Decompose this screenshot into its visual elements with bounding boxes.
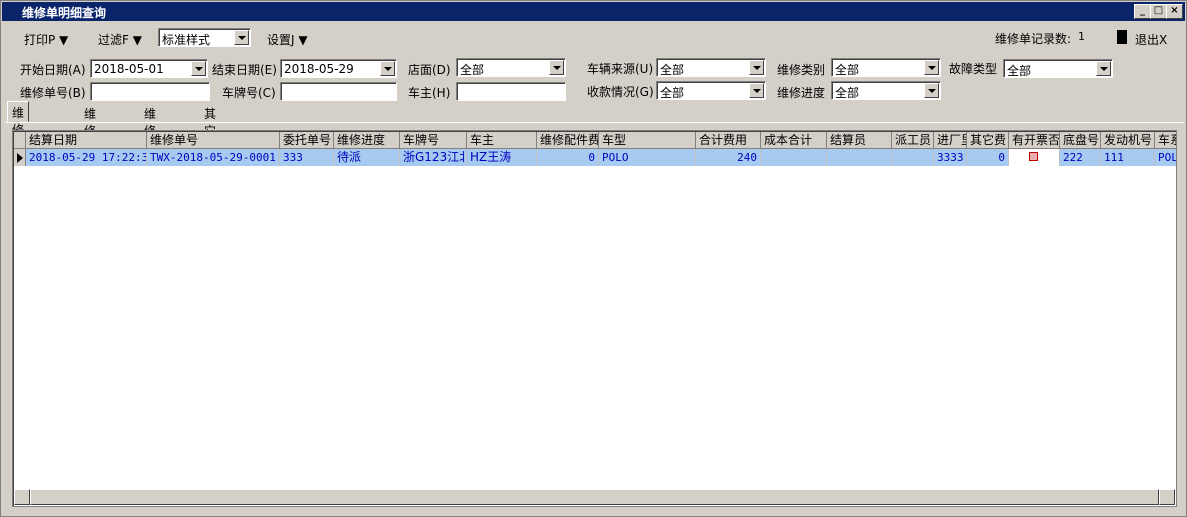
fault-type-select[interactable]: 全部 [1003, 59, 1113, 78]
col-progress-header[interactable]: 维修进度 [334, 132, 400, 149]
col-settler-header[interactable]: 结算员 [827, 132, 892, 149]
table-row[interactable]: 2018-05-29 17:22:38 TWX-2018-05-29-0001 33… [14, 149, 1176, 166]
maximize-icon[interactable]: □ [1150, 4, 1167, 19]
chevron-down-icon[interactable] [380, 61, 395, 76]
tab-other-fees[interactable]: 其它费用 [204, 103, 216, 172]
col-engine-header[interactable]: 发动机号 [1101, 132, 1155, 149]
repair-type-select[interactable]: 全部 [831, 58, 941, 77]
header-corner [14, 132, 26, 149]
scroll-thumb[interactable] [30, 489, 1159, 505]
repair-type-label: 维修类别 [777, 63, 826, 77]
chevron-down-icon[interactable] [549, 60, 564, 75]
plate-input[interactable] [280, 82, 397, 101]
owner-input[interactable] [456, 82, 566, 101]
vehicle-source-label: 车辆来源(U) [587, 62, 654, 76]
style-select[interactable]: 标准样式 [158, 28, 251, 47]
col-cost-header[interactable]: 成本合计 [761, 132, 827, 149]
store-select[interactable]: 全部 [456, 58, 566, 77]
col-parts-fee-header[interactable]: 维修配件费 [537, 132, 599, 149]
col-order-no-cell[interactable]: TWX-2018-05-29-0001 [147, 149, 280, 166]
col-dispatcher-header[interactable]: 派工员 [892, 132, 934, 149]
col-mileage-header[interactable]: 进厂里 [934, 132, 967, 149]
chevron-down-icon[interactable] [191, 61, 206, 76]
col-series-cell[interactable]: POLO [1155, 149, 1176, 166]
tab-order-info[interactable]: 维修单信息 [7, 101, 30, 188]
col-owner-cell[interactable]: HZ王涛 [467, 149, 537, 166]
chevron-down-icon[interactable] [749, 60, 764, 75]
order-table: 结算日期 维修单号 委托单号 维修进度 车牌号 车主 维修配件费 车型 合计费用 成本合计 结算员派… [12, 130, 1177, 507]
close-icon[interactable]: × [1166, 4, 1183, 19]
scroll-right-icon[interactable] [1159, 489, 1175, 505]
end-date-picker[interactable]: 2018-05-29 [280, 59, 397, 78]
title-bar: 维修单明细查询 _ □ × [2, 2, 1185, 21]
col-mileage-cell[interactable]: 3333 [934, 149, 967, 166]
progress-select[interactable]: 全部 [831, 81, 941, 100]
main-window: 维修单明细查询 _ □ × 打印P ▼ 过滤F ▼ 标准样式 设置J ▼ 维修单… [0, 0, 1187, 517]
col-invoiced-cell[interactable] [1009, 149, 1060, 166]
vehicle-source-select[interactable]: 全部 [656, 58, 766, 77]
minimize-icon[interactable]: _ [1134, 4, 1151, 19]
record-count-label: 维修单记录数: [995, 32, 1072, 46]
col-dispatcher-cell[interactable] [892, 149, 934, 166]
col-other-fee-header[interactable]: 其它费 [967, 132, 1009, 149]
tab-repair-items[interactable]: 维修项目 [84, 103, 96, 172]
order-no-input[interactable] [90, 82, 210, 101]
col-other-fee-cell[interactable]: 0 [967, 149, 1009, 166]
col-settle-date-cell[interactable]: 2018-05-29 17:22:38 [26, 149, 147, 166]
col-chassis-header[interactable]: 底盘号 [1060, 132, 1101, 149]
fault-type-label: 故障类型 [949, 62, 998, 76]
col-settler-cell[interactable] [827, 149, 892, 166]
order-no-label: 维修单号(B) [20, 86, 86, 100]
row-indicator-icon [14, 149, 26, 166]
chevron-down-icon[interactable] [924, 83, 939, 98]
window-title: 维修单明细查询 [22, 6, 107, 20]
chevron-down-icon[interactable] [749, 83, 764, 98]
settings-menu[interactable]: 设置J ▼ [267, 31, 308, 48]
progress-label: 维修进度 [777, 86, 826, 100]
filter-menu[interactable]: 过滤F ▼ [98, 31, 142, 48]
col-delegate-no-header[interactable]: 委托单号 [280, 132, 334, 149]
chevron-down-icon[interactable] [924, 60, 939, 75]
chevron-down-icon[interactable] [234, 30, 249, 45]
owner-label: 车主(H) [408, 86, 451, 100]
col-parts-fee-cell[interactable]: 0 [537, 149, 599, 166]
payment-select[interactable]: 全部 [656, 81, 766, 100]
col-owner-header[interactable]: 车主 [467, 132, 537, 149]
col-invoiced-header[interactable]: 有开票否 [1009, 132, 1060, 149]
payment-label: 收款情况(G) [587, 85, 654, 99]
start-date-label: 开始日期(A) [20, 63, 86, 77]
start-date-picker[interactable]: 2018-05-01 [90, 59, 208, 78]
plate-label: 车牌号(C) [222, 86, 276, 100]
col-model-cell[interactable]: POLO [599, 149, 696, 166]
col-cost-cell[interactable] [761, 149, 827, 166]
tab-baseline [5, 122, 1184, 123]
chevron-down-icon[interactable] [1096, 61, 1111, 76]
col-model-header[interactable]: 车型 [599, 132, 696, 149]
table-header: 结算日期 维修单号 委托单号 维修进度 车牌号 车主 维修配件费 车型 合计费用 成本合计 结算员派… [14, 132, 1176, 149]
exit-door-icon [1117, 30, 1127, 44]
col-order-no-header[interactable]: 维修单号 [147, 132, 280, 149]
record-count: 1 [1078, 30, 1085, 43]
tab-repair-parts[interactable]: 维修配件 [144, 103, 156, 172]
col-plate-cell[interactable]: 浙G123江北 [400, 149, 467, 166]
scroll-left-icon[interactable] [14, 489, 30, 505]
col-chassis-cell[interactable]: 222 [1060, 149, 1101, 166]
store-label: 店面(D) [408, 63, 451, 77]
col-series-header[interactable]: 车系 [1155, 132, 1176, 149]
col-progress-cell[interactable]: 待派 [334, 149, 400, 166]
horizontal-scrollbar[interactable] [14, 489, 1175, 505]
col-plate-header[interactable]: 车牌号 [400, 132, 467, 149]
col-engine-cell[interactable]: 111 [1101, 149, 1155, 166]
invoiced-checkbox[interactable] [1029, 152, 1038, 161]
col-total-header[interactable]: 合计费用 [696, 132, 761, 149]
col-total-cell[interactable]: 240 [696, 149, 761, 166]
end-date-label: 结束日期(E) [212, 63, 277, 77]
col-delegate-no-cell[interactable]: 333 [280, 149, 334, 166]
print-menu[interactable]: 打印P ▼ [24, 31, 68, 48]
col-settle-date-header[interactable]: 结算日期 [26, 132, 147, 149]
